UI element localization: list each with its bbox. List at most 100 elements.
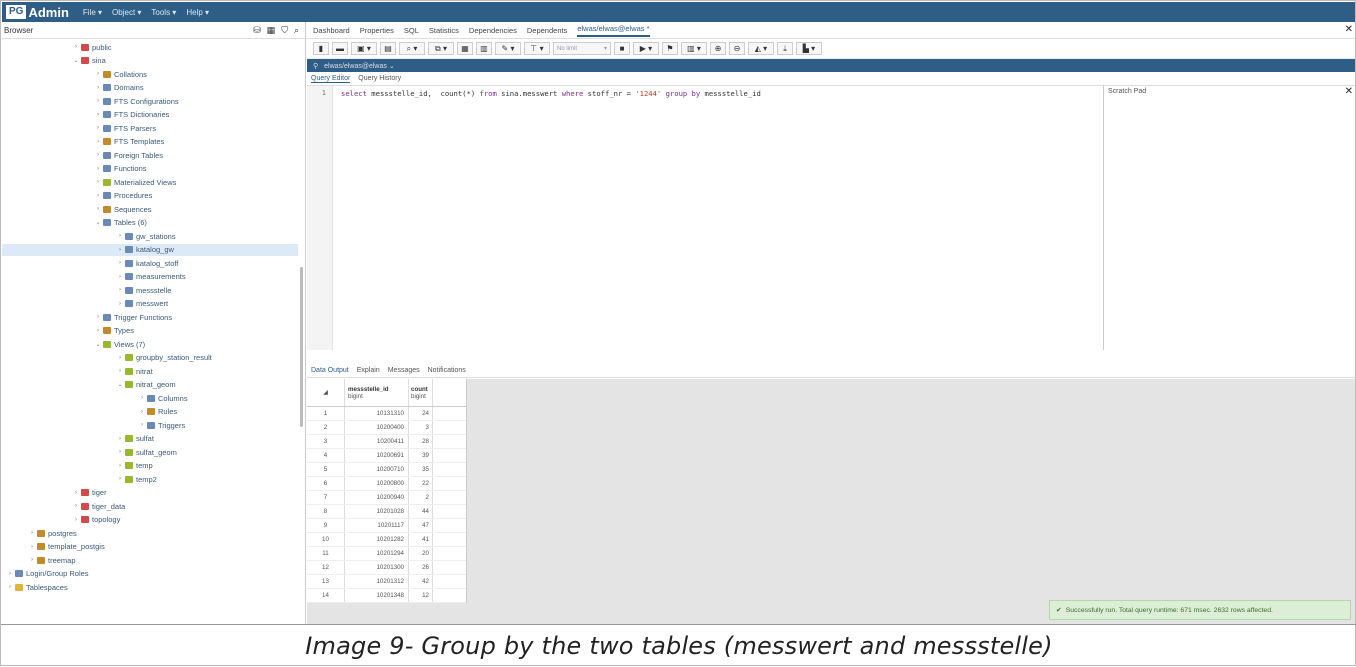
close-icon[interactable]: ✕ <box>1345 86 1353 97</box>
table-cell[interactable]: 10201117 <box>345 519 409 532</box>
table-row[interactable]: 10 10201282 41 <box>307 533 466 547</box>
table-row[interactable]: 8 10201028 44 <box>307 505 466 519</box>
save-icon[interactable]: ▣ ▾ <box>351 42 377 55</box>
filter-icon[interactable]: ⊤ ▾ <box>524 42 550 55</box>
tree-node[interactable]: › topology <box>2 514 120 526</box>
table-cell[interactable]: 10200800 <box>345 477 409 490</box>
table-cell[interactable]: 28 <box>409 435 433 448</box>
table-cell[interactable]: 10200710 <box>345 463 409 476</box>
explain-analyze-icon[interactable]: ▥ ▾ <box>681 42 707 55</box>
tree-node[interactable]: › sulfat <box>2 433 154 445</box>
paste-icon[interactable]: ▦ <box>457 42 473 55</box>
table-cell[interactable]: 20 <box>409 547 433 560</box>
close-icon[interactable]: ✕ <box>1345 24 1353 35</box>
chevron-right-icon[interactable]: › <box>94 179 102 185</box>
table-cell[interactable]: 26 <box>409 561 433 574</box>
table-row[interactable]: 6 10200800 22 <box>307 477 466 491</box>
tree-node[interactable]: ⌄ sina <box>2 55 105 67</box>
find-icon[interactable]: ⌕ ▾ <box>399 42 425 55</box>
open-file-icon[interactable]: ▮ <box>313 42 329 55</box>
chevron-right-icon[interactable]: › <box>116 233 124 239</box>
table-row[interactable]: 4 10200691 39 <box>307 449 466 463</box>
column-header-count[interactable]: count bigint <box>409 379 433 406</box>
chevron-right-icon[interactable]: › <box>138 422 146 428</box>
table-row[interactable]: 3 10200411 28 <box>307 435 466 449</box>
output-tab[interactable]: Notifications <box>428 367 466 374</box>
table-cell[interactable]: 12 <box>409 589 433 602</box>
column-header-messstelle-id[interactable]: messstelle_id bigint <box>345 379 409 406</box>
tree-node[interactable]: › katalog_stoff <box>2 257 178 269</box>
tree-scrollbar[interactable] <box>300 267 303 427</box>
table-cell[interactable]: 3 <box>409 421 433 434</box>
chevron-right-icon[interactable]: › <box>72 503 80 509</box>
chevron-down-icon[interactable]: ⌄ <box>94 341 102 348</box>
chevron-right-icon[interactable]: › <box>94 139 102 145</box>
chevron-right-icon[interactable]: › <box>116 260 124 266</box>
chevron-right-icon[interactable]: › <box>116 463 124 469</box>
table-cell[interactable]: 22 <box>409 477 433 490</box>
chevron-right-icon[interactable]: › <box>116 355 124 361</box>
table-cell[interactable]: 24 <box>409 407 433 420</box>
chevron-right-icon[interactable]: › <box>116 247 124 253</box>
clear-icon[interactable]: ◭ ▾ <box>748 42 774 55</box>
chevron-right-icon[interactable]: › <box>6 584 14 590</box>
chevron-right-icon[interactable]: › <box>94 314 102 320</box>
table-cell[interactable]: 10200411 <box>345 435 409 448</box>
tab[interactable]: SQL <box>404 26 419 35</box>
table-row[interactable]: 12 10201300 26 <box>307 561 466 575</box>
table-cell[interactable]: 35 <box>409 463 433 476</box>
table-cell[interactable]: 10200400 <box>345 421 409 434</box>
tree-node[interactable]: › katalog_gw <box>2 243 298 256</box>
chevron-right-icon[interactable]: › <box>116 476 124 482</box>
stop-icon[interactable]: ■ <box>614 42 630 55</box>
chevron-right-icon[interactable]: › <box>94 98 102 104</box>
tree-node[interactable]: › Collations <box>2 68 147 80</box>
chevron-right-icon[interactable]: › <box>116 287 124 293</box>
tree-node[interactable]: › Foreign Tables <box>2 149 163 161</box>
table-row[interactable]: 13 10201312 42 <box>307 575 466 589</box>
table-row[interactable]: 9 10201117 47 <box>307 519 466 533</box>
tree-node[interactable]: › Login/Group Roles <box>2 568 89 580</box>
table-view-icon[interactable]: ▦ <box>267 25 276 36</box>
chevron-down-icon[interactable]: ⌄ <box>94 219 102 226</box>
limit-select[interactable]: No limit ▾ <box>553 42 611 55</box>
delete-icon[interactable]: ▥ <box>476 42 492 55</box>
query-editor[interactable]: 1 select messstelle_id, count(*) from si… <box>307 85 1103 350</box>
editor-tab[interactable]: Query Editor <box>311 75 351 83</box>
edit-pencil-icon[interactable]: ✎ ▾ <box>495 42 521 55</box>
table-cell[interactable]: 41 <box>409 533 433 546</box>
chevron-right-icon[interactable]: › <box>94 125 102 131</box>
table-cell[interactable]: 39 <box>409 449 433 462</box>
tree-node[interactable]: › FTS Parsers <box>2 122 156 134</box>
chevron-right-icon[interactable]: › <box>116 449 124 455</box>
chevron-right-icon[interactable]: › <box>94 112 102 118</box>
tree-node[interactable]: › treemap <box>2 554 76 566</box>
table-row[interactable]: 2 10200400 3 <box>307 421 466 435</box>
connection-bar[interactable]: ⚲ elwas/elwas@elwas ⌄ <box>307 59 1355 72</box>
table-cell[interactable]: 10201282 <box>345 533 409 546</box>
output-tab[interactable]: Messages <box>388 367 420 374</box>
table-cell[interactable]: 10201028 <box>345 505 409 518</box>
tree-node[interactable]: › messstelle <box>2 284 171 296</box>
table-cell[interactable]: 47 <box>409 519 433 532</box>
tab[interactable]: Dependencies <box>469 26 517 35</box>
rollback-icon[interactable]: ⊖ <box>729 42 745 55</box>
chevron-right-icon[interactable]: › <box>94 71 102 77</box>
tree-node[interactable]: › messwert <box>2 298 168 310</box>
chevron-right-icon[interactable]: › <box>72 517 80 523</box>
table-cell[interactable]: 10201300 <box>345 561 409 574</box>
tree-node[interactable]: › tiger_data <box>2 500 125 512</box>
menu-item[interactable]: Help ▾ <box>186 8 209 17</box>
tree-node[interactable]: › Triggers <box>2 419 185 431</box>
chevron-right-icon[interactable]: › <box>72 44 80 50</box>
table-cell[interactable]: 10200691 <box>345 449 409 462</box>
tree-node[interactable]: › nitrat <box>2 365 153 377</box>
tree-node[interactable]: › Procedures <box>2 190 152 202</box>
tree-node[interactable]: › gw_stations <box>2 230 176 242</box>
chevron-right-icon[interactable]: › <box>116 301 124 307</box>
tree-node[interactable]: › Columns <box>2 392 188 404</box>
chevron-right-icon[interactable]: › <box>72 490 80 496</box>
menu-item[interactable]: Tools ▾ <box>151 8 176 17</box>
tree-node[interactable]: › public <box>2 41 112 53</box>
tree-node[interactable]: › temp2 <box>2 473 157 485</box>
